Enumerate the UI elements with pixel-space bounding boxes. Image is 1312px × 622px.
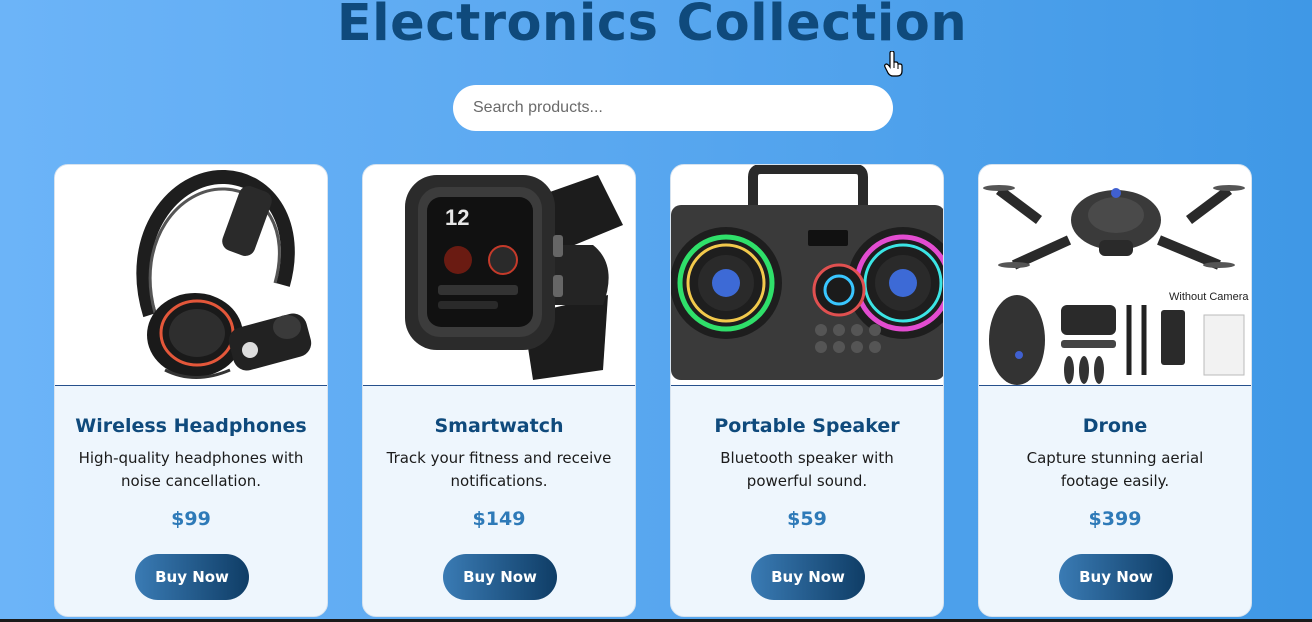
product-card-drone: Without Camera Drone Capture stunning ae… [978,164,1252,617]
product-description: Track your fitness and receive notificat… [386,449,612,490]
product-description: High-quality headphones with noise cance… [78,449,304,490]
drone-image: Without Camera [979,165,1251,386]
product-price: $399 [1088,508,1142,530]
buy-now-button[interactable]: Buy Now [1059,554,1173,600]
buy-now-button[interactable]: Buy Now [751,554,865,600]
search-input[interactable] [453,85,893,131]
product-price: $59 [787,508,827,530]
buy-now-button[interactable]: Buy Now [443,554,557,600]
product-price: $99 [171,508,211,530]
product-card-smartwatch: 12 Smartwatch Track your fitness and rec… [362,164,636,617]
product-price: $149 [472,508,526,530]
product-name: Drone [1082,415,1148,437]
product-name: Smartwatch [434,415,564,437]
buy-now-button[interactable]: Buy Now [135,554,249,600]
without-camera-caption: Without Camera [1169,291,1249,303]
product-card-speaker: Portable Speaker Bluetooth speaker with … [670,164,944,617]
headphones-image [55,165,327,386]
hand-cursor-icon [884,51,903,77]
product-description: Bluetooth speaker with powerful sound. [720,449,894,490]
svg-text:12: 12 [445,205,469,230]
smartwatch-image: 12 [363,165,635,386]
product-name: Portable Speaker [714,415,900,437]
product-card-headphones: Wireless Headphones High-quality headpho… [54,164,328,617]
product-description: Capture stunning aerial footage easily. [1026,449,1204,490]
speaker-image [671,165,943,386]
page-title: Electronics Collection [336,0,968,53]
product-name: Wireless Headphones [75,415,307,437]
